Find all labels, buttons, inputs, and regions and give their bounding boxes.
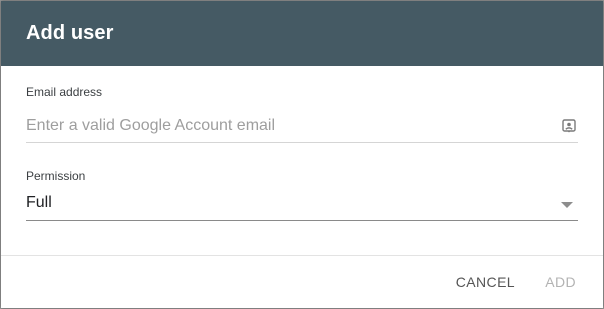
contact-card-icon[interactable]	[562, 119, 576, 133]
email-field-group: Email address	[26, 85, 578, 143]
email-input-row	[26, 112, 578, 143]
email-input[interactable]	[26, 114, 546, 138]
add-button[interactable]: ADD	[545, 271, 576, 293]
cancel-button[interactable]: CANCEL	[456, 271, 515, 293]
dialog-title: Add user	[26, 22, 114, 44]
add-user-dialog: Add user Email address Permission Full C…	[1, 1, 603, 308]
footer-divider	[1, 255, 603, 256]
dialog-header: Add user	[1, 1, 603, 66]
permission-selected-value: Full	[26, 194, 52, 211]
dropdown-arrow-icon	[561, 202, 573, 208]
permission-select[interactable]: Full	[26, 192, 578, 221]
permission-label: Permission	[26, 169, 86, 183]
permission-field-group: Permission Full	[26, 169, 578, 221]
email-label: Email address	[26, 85, 103, 99]
